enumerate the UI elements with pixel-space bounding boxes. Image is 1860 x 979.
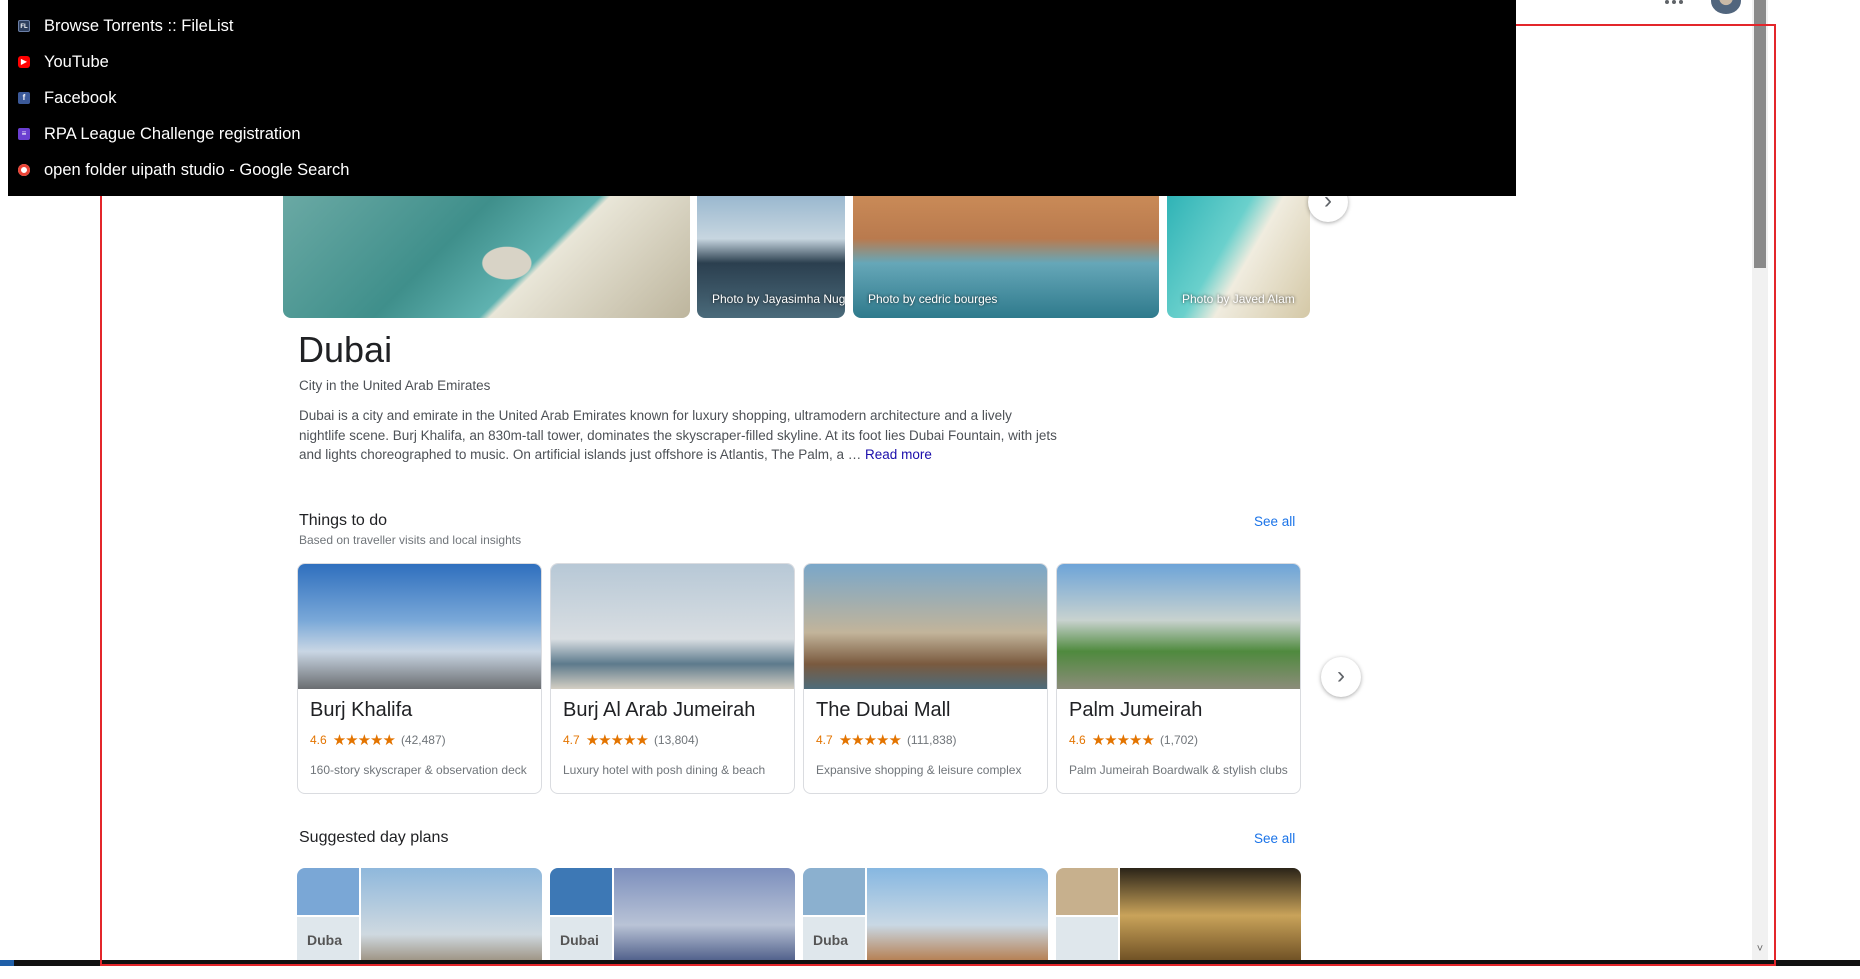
place-subtitle: City in the United Arab Emirates — [299, 378, 491, 393]
account-avatar[interactable] — [1711, 0, 1741, 14]
photo-aerial-palm[interactable] — [283, 196, 690, 318]
review-count: (42,487) — [400, 733, 446, 747]
attraction-image — [551, 564, 794, 689]
photo-beach[interactable]: Photo by Javed Alam — [1167, 196, 1310, 318]
day-plan-map-label: Duba — [813, 932, 848, 948]
facebook-icon: f — [18, 92, 30, 104]
taskbar-accent — [0, 960, 14, 966]
history-item-filelist[interactable]: FL Browse Torrents :: FileList — [18, 13, 234, 39]
history-item-label: Browse Torrents :: FileList — [44, 16, 234, 35]
day-plan-card[interactable]: Duba — [297, 868, 542, 963]
filelist-icon: FL — [18, 20, 30, 32]
history-item-label: open folder uipath studio - Google Searc… — [44, 160, 350, 179]
attraction-image — [804, 564, 1047, 689]
things-to-do-title: Things to do — [299, 512, 388, 529]
place-title: Dubai — [298, 329, 393, 370]
day-plan-card[interactable] — [1056, 868, 1301, 963]
attraction-name: Burj Khalifa — [310, 699, 413, 721]
day-plan-map-label: Duba — [307, 932, 342, 948]
things-to-do-subtitle: Based on traveller visits and local insi… — [299, 533, 522, 547]
taskbar-edge — [0, 960, 1860, 966]
photo-resort-pool[interactable]: Photo by cedric bourges — [853, 196, 1159, 318]
attraction-rating: 4.7 ★★★★★ (111,838) — [816, 731, 957, 749]
star-rating-icon: ★★★★★ — [1091, 732, 1155, 749]
star-rating-icon: ★★★★★ — [332, 732, 396, 749]
photo-credit: Photo by Javed Alam — [1182, 292, 1295, 306]
place-description: Dubai is a city and emirate in the Unite… — [299, 406, 1059, 465]
rating-value: 4.6 — [1069, 733, 1086, 747]
review-count: (111,838) — [906, 733, 957, 747]
history-item-rpa-league[interactable]: ≡ RPA League Challenge registration — [18, 121, 301, 147]
attraction-rating: 4.6 ★★★★★ (42,487) — [310, 731, 446, 749]
attraction-description: Palm Jumeirah Boardwalk & stylish clubs — [1069, 763, 1288, 777]
rating-value: 4.6 — [310, 733, 327, 747]
attraction-description: Luxury hotel with posh dining & beach — [563, 763, 766, 777]
day-plan-card[interactable]: Duba — [803, 868, 1048, 963]
google-icon — [18, 164, 30, 176]
google-apps-icon[interactable] — [1665, 0, 1683, 10]
youtube-icon: ▶ — [18, 56, 30, 68]
star-rating-icon: ★★★★★ — [585, 732, 649, 749]
attraction-rating: 4.7 ★★★★★ (13,804) — [563, 731, 699, 749]
chevron-right-icon: › — [1337, 662, 1345, 689]
description-text: Dubai is a city and emirate in the Unite… — [299, 408, 1057, 462]
attraction-description: 160-story skyscraper & observation deck — [310, 763, 527, 777]
history-item-label: RPA League Challenge registration — [44, 124, 301, 143]
read-more-link[interactable]: Read more — [865, 447, 932, 462]
rpa-league-icon: ≡ — [18, 128, 30, 140]
review-count: (1,702) — [1159, 733, 1198, 747]
rating-value: 4.7 — [563, 733, 580, 747]
attractions-next-button[interactable]: › — [1321, 657, 1361, 697]
history-dropdown: FL Browse Torrents :: FileList ▶ YouTube… — [8, 0, 1516, 196]
history-item-label: Facebook — [44, 88, 117, 107]
attraction-card[interactable]: Palm Jumeirah 4.6 ★★★★★ (1,702) Palm Jum… — [1056, 563, 1301, 794]
star-rating-icon: ★★★★★ — [838, 732, 902, 749]
history-item-label: YouTube — [44, 52, 109, 71]
attraction-rating: 4.6 ★★★★★ (1,702) — [1069, 731, 1198, 749]
review-count: (13,804) — [653, 733, 699, 747]
day-plan-map-label: Dubai — [560, 932, 599, 948]
day-plans-title: Suggested day plans — [299, 829, 449, 846]
attraction-card[interactable]: Burj Al Arab Jumeirah 4.7 ★★★★★ (13,804)… — [550, 563, 795, 794]
photo-burj-khalifa-reflection[interactable]: Photo by Jayasimha Nugg — [697, 196, 845, 318]
rating-value: 4.7 — [816, 733, 833, 747]
history-item-facebook[interactable]: f Facebook — [18, 85, 116, 111]
day-plans-see-all-link[interactable]: See all — [1254, 831, 1295, 846]
history-item-youtube[interactable]: ▶ YouTube — [18, 49, 109, 75]
history-item-google-search[interactable]: open folder uipath studio - Google Searc… — [18, 157, 349, 183]
scroll-down-arrow-icon[interactable]: ˅ — [1753, 942, 1767, 956]
attraction-image — [1057, 564, 1300, 689]
day-plan-card[interactable]: Dubai — [550, 868, 795, 963]
photo-credit: Photo by cedric bourges — [868, 292, 998, 306]
things-to-do-see-all-link[interactable]: See all — [1254, 514, 1295, 529]
attraction-description: Expansive shopping & leisure complex — [816, 763, 1022, 777]
attraction-name: Palm Jumeirah — [1069, 699, 1203, 721]
attraction-card[interactable]: The Dubai Mall 4.7 ★★★★★ (111,838) Expan… — [803, 563, 1048, 794]
scrollbar-thumb[interactable] — [1754, 0, 1766, 268]
photo-credit: Photo by Jayasimha Nugg — [712, 292, 845, 306]
attraction-image — [298, 564, 541, 689]
attraction-name: Burj Al Arab Jumeirah — [563, 699, 756, 721]
attraction-card[interactable]: Burj Khalifa 4.6 ★★★★★ (42,487) 160-stor… — [297, 563, 542, 794]
attraction-name: The Dubai Mall — [816, 699, 951, 721]
